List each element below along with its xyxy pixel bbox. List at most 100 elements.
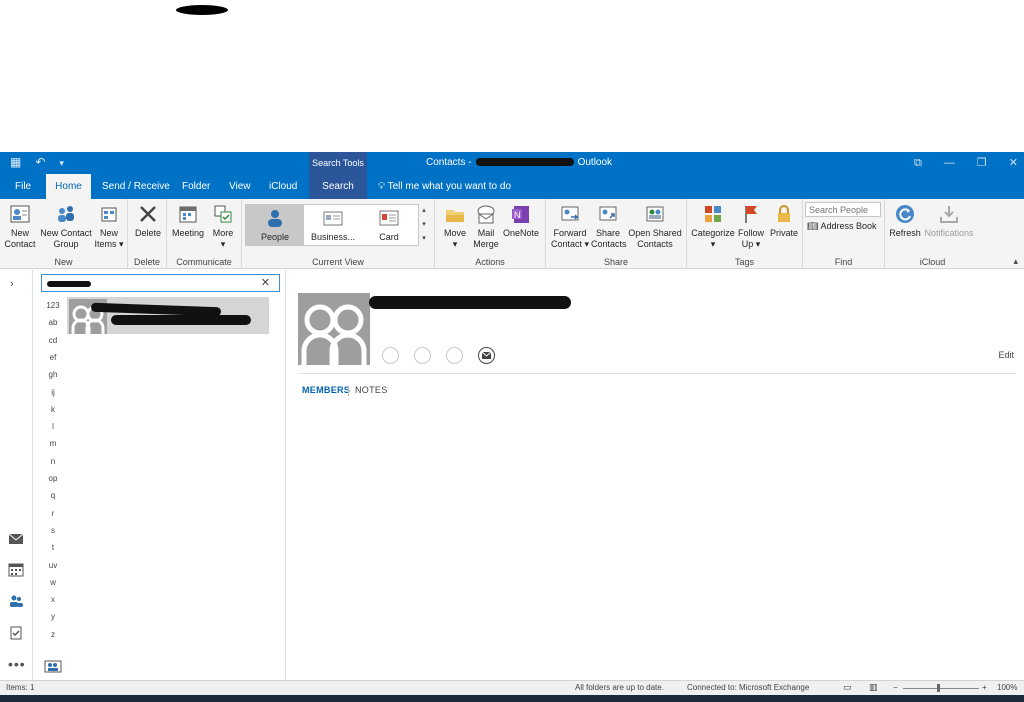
- contact-list-pane: ✕ 123 ab cd ef gh ij k l m n op q r s t uv w x y z: [34, 270, 286, 680]
- zoom-slider-thumb[interactable]: [937, 684, 940, 692]
- tab-members[interactable]: MEMBERS: [302, 385, 350, 395]
- follow-up-button[interactable]: Follow Up ▾: [736, 203, 766, 250]
- onenote-button[interactable]: N OneNote: [502, 203, 540, 239]
- meeting-icon: [179, 206, 197, 223]
- calendar-nav-icon[interactable]: [8, 563, 24, 577]
- delete-x-icon: [140, 206, 156, 222]
- group-new: New Contact New Contact Group New Items …: [0, 199, 128, 269]
- notifications-button[interactable]: Notifications: [922, 203, 976, 239]
- window-title-prefix: Contacts -: [426, 157, 472, 168]
- tab-view[interactable]: View: [223, 174, 257, 199]
- alphabet-index-item[interactable]: t: [42, 543, 64, 552]
- tasks-icon[interactable]: [8, 626, 24, 640]
- contact-group-icon: [58, 206, 74, 222]
- business-card-icon: [323, 211, 343, 226]
- minimize-icon[interactable]: —: [944, 152, 955, 174]
- new-contact-group-icon[interactable]: [44, 660, 62, 673]
- address-book-button[interactable]: 📖︎ Address Book: [807, 221, 876, 232]
- close-icon[interactable]: ✕: [1009, 152, 1018, 174]
- mail-merge-button[interactable]: Mail Merge: [471, 203, 501, 250]
- status-item-count: Items: 1: [6, 683, 35, 692]
- customize-qat-icon[interactable]: ▾: [59, 155, 64, 171]
- tab-file[interactable]: File: [9, 174, 37, 199]
- tab-search[interactable]: Search: [309, 174, 367, 199]
- clear-search-icon[interactable]: ✕: [261, 276, 270, 289]
- alphabet-index-item[interactable]: z: [42, 630, 64, 639]
- delete-button[interactable]: Delete: [132, 203, 164, 239]
- search-people-input[interactable]: [805, 202, 881, 217]
- categorize-button[interactable]: Categorize ▾: [690, 203, 736, 250]
- alphabet-index-item[interactable]: ef: [42, 353, 64, 362]
- refresh-button[interactable]: Refresh: [887, 203, 923, 239]
- chat-icon[interactable]: [382, 347, 399, 364]
- redaction-mark: [176, 5, 228, 15]
- share-contacts-button[interactable]: Share Contacts: [591, 203, 627, 250]
- phone-icon[interactable]: [414, 347, 431, 364]
- envelope-icon: [481, 351, 492, 359]
- more-label-1: More: [212, 228, 234, 238]
- search-contacts-input[interactable]: ✕: [41, 274, 280, 292]
- more-button[interactable]: More ▾: [208, 203, 238, 250]
- zoom-out-icon[interactable]: −: [893, 683, 898, 692]
- tab-notes[interactable]: NOTES: [355, 385, 388, 395]
- tell-me-box[interactable]: 💡︎ Tell me what you want to do: [378, 174, 511, 199]
- edit-link[interactable]: Edit: [998, 350, 1014, 360]
- tab-send-receive[interactable]: Send / Receive: [96, 174, 176, 199]
- meeting-button[interactable]: Meeting: [170, 203, 206, 239]
- group-label-tags: Tags: [734, 257, 754, 267]
- video-icon[interactable]: [446, 347, 463, 364]
- tab-icloud[interactable]: iCloud: [263, 174, 303, 199]
- alphabet-index-item[interactable]: w: [42, 578, 64, 587]
- open-shared-contacts-button[interactable]: Open Shared Contacts: [626, 203, 684, 250]
- view-card-button[interactable]: Card: [363, 207, 415, 243]
- view-people-button[interactable]: People: [248, 207, 302, 243]
- people-icon[interactable]: [8, 594, 24, 608]
- new-contact-icon: [10, 205, 30, 223]
- alphabet-index-item[interactable]: m: [42, 439, 64, 448]
- alphabet-index-item[interactable]: k: [42, 405, 64, 414]
- mail-icon[interactable]: [8, 532, 24, 546]
- tab-home[interactable]: Home: [46, 174, 91, 199]
- move-button[interactable]: Move ▾: [439, 203, 471, 250]
- new-contact-label-1: New: [10, 228, 29, 238]
- alphabet-index-item[interactable]: x: [42, 595, 64, 604]
- new-contact-label-2: Contact: [4, 239, 36, 249]
- contact-list-item[interactable]: [67, 297, 269, 334]
- new-items-label-1: New: [99, 228, 118, 238]
- expand-folder-pane-icon[interactable]: ›: [10, 278, 14, 290]
- undo-icon[interactable]: ↶: [35, 155, 45, 171]
- more-apps-icon[interactable]: •••: [8, 656, 26, 672]
- alphabet-index-item[interactable]: cd: [42, 336, 64, 345]
- private-button[interactable]: Private: [767, 203, 801, 239]
- collapse-ribbon-icon[interactable]: ▴: [1013, 256, 1018, 267]
- ribbon-display-icon[interactable]: ⧉: [914, 152, 922, 174]
- alphabet-index-item[interactable]: ab: [42, 318, 64, 327]
- normal-view-icon[interactable]: ▭: [843, 682, 852, 693]
- alphabet-index-item[interactable]: ij: [42, 388, 64, 397]
- alphabet-index-item[interactable]: op: [42, 474, 64, 483]
- restore-icon[interactable]: ❐: [977, 152, 987, 174]
- categorize-label-1: Categorize: [691, 228, 735, 238]
- zoom-slider[interactable]: [903, 688, 979, 689]
- alphabet-index-item[interactable]: 123: [42, 301, 64, 310]
- tab-folder[interactable]: Folder: [176, 174, 216, 199]
- alphabet-index-item[interactable]: uv: [42, 561, 64, 570]
- email-icon[interactable]: [478, 347, 495, 364]
- new-contact-button[interactable]: New Contact: [3, 203, 37, 250]
- alphabet-index-item[interactable]: q: [42, 491, 64, 500]
- new-items-button[interactable]: New Items ▾: [94, 203, 124, 250]
- alphabet-index-item[interactable]: l: [42, 422, 64, 431]
- reading-view-icon[interactable]: ▥: [869, 682, 878, 693]
- alphabet-index-item[interactable]: s: [42, 526, 64, 535]
- view-business-card-button[interactable]: Business...: [306, 207, 360, 243]
- forward-contact-button[interactable]: Forward Contact ▾: [548, 203, 592, 250]
- people-label: People: [260, 232, 290, 242]
- alphabet-index-item[interactable]: n: [42, 457, 64, 466]
- new-contact-group-button[interactable]: New Contact Group: [39, 203, 93, 250]
- zoom-in-icon[interactable]: +: [982, 683, 987, 692]
- view-gallery-scroll[interactable]: ▴ ▾ ▾: [418, 204, 429, 246]
- alphabet-index-item[interactable]: r: [42, 509, 64, 518]
- calendar-icon[interactable]: ▦: [10, 155, 21, 171]
- alphabet-index-item[interactable]: y: [42, 612, 64, 621]
- alphabet-index-item[interactable]: gh: [42, 370, 64, 379]
